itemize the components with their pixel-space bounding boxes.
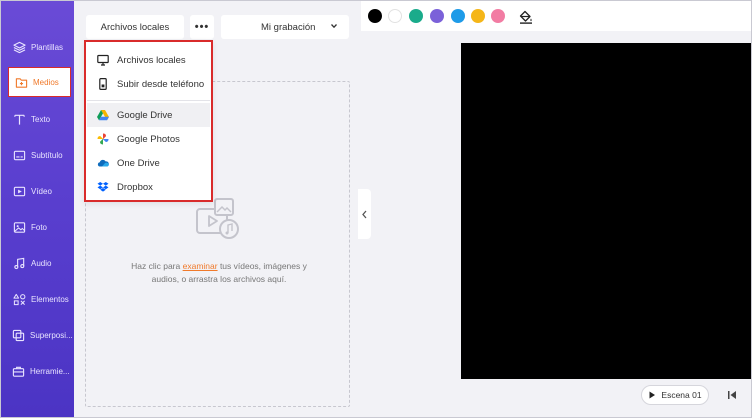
sidebar-item-medios[interactable]: Medios [8,67,71,97]
collapse-panel-button[interactable] [358,189,371,239]
elements-icon [12,292,26,306]
app-window: Plantillas Medios Texto Subtítulo Vídeo [0,0,752,418]
sidebar-item-superposiciones[interactable]: Superposi... [7,319,73,351]
chevron-left-icon [362,210,367,218]
menu-item-dropbox[interactable]: Dropbox [87,175,210,199]
play-icon [649,391,656,399]
skip-to-start-icon[interactable] [727,390,737,400]
sidebar-item-foto[interactable]: Foto [7,211,69,243]
more-options-button[interactable]: ••• [190,15,214,39]
chevron-down-icon [331,24,337,29]
layers-icon [12,40,26,54]
music-icon [12,256,26,270]
video-icon [12,184,26,198]
dropzone-text-prefix: Haz clic para [131,261,183,271]
upload-source-menu: Archivos locales Subir desde teléfono Go… [84,40,213,202]
sidebar-item-label: Audio [31,258,52,268]
sidebar-item-elementos[interactable]: Elementos [7,283,69,315]
browse-link[interactable]: examinar [183,261,218,271]
menu-item-phone-upload[interactable]: Subir desde teléfono [87,72,210,96]
local-files-button[interactable]: Archivos locales [86,15,184,39]
recording-select[interactable]: Mi grabación [221,15,349,39]
sidebar-item-label: Herramie... [30,366,70,376]
color-swatch-blue[interactable] [451,9,465,23]
sidebar-item-texto[interactable]: Texto [7,103,69,135]
menu-item-label: Google Photos [117,133,180,145]
sidebar-item-label: Vídeo [31,186,52,196]
menu-item-local-files[interactable]: Archivos locales [87,48,210,72]
overlay-icon [12,328,25,342]
sidebar-item-label: Plantillas [31,42,64,52]
sidebar-item-subtitulo[interactable]: Subtítulo [7,139,69,171]
menu-item-label: One Drive [117,157,160,169]
sidebar: Plantillas Medios Texto Subtítulo Vídeo [1,1,74,417]
text-icon [12,112,26,126]
google-photos-icon [97,133,109,145]
sidebar-item-label: Foto [31,222,48,232]
recording-select-value: Mi grabación [261,21,316,33]
color-swatch-teal[interactable] [409,9,423,23]
sidebar-item-label: Medios [33,77,59,87]
upload-media-illustration [196,198,239,239]
color-swatch-yellow[interactable] [471,9,485,23]
scene-play-button[interactable]: Escena 01 [641,385,709,405]
image-icon [12,220,26,234]
sidebar-item-herramientas[interactable]: Herramie... [7,355,70,387]
color-swatch-white[interactable] [388,9,402,23]
subtitle-icon [12,148,26,162]
menu-item-label: Google Drive [117,109,173,121]
google-drive-icon [97,109,109,121]
sidebar-item-label: Elementos [31,294,69,304]
dropbox-icon [97,181,109,193]
paint-bucket-icon[interactable] [519,10,533,24]
sidebar-item-label: Texto [31,114,51,124]
sidebar-item-plantillas[interactable]: Plantillas [7,31,69,63]
sidebar-item-label: Subtítulo [31,150,63,160]
monitor-icon [97,54,109,66]
phone-icon [97,78,109,90]
menu-item-google-photos[interactable]: Google Photos [87,127,210,151]
onedrive-icon [97,157,109,169]
menu-item-label: Subir desde teléfono [117,78,205,90]
color-swatch-pink[interactable] [491,9,505,23]
media-folder-icon [14,75,28,89]
color-swatch-black[interactable] [368,9,382,23]
sidebar-item-video[interactable]: Vídeo [7,175,69,207]
toolbox-icon [12,364,25,378]
menu-item-onedrive[interactable]: One Drive [87,151,210,175]
menu-divider [87,100,210,101]
scene-label: Escena 01 [661,390,702,400]
menu-item-label: Archivos locales [117,54,186,66]
sidebar-item-audio[interactable]: Audio [7,247,69,279]
sidebar-item-label: Superposi... [30,330,73,340]
menu-item-google-drive[interactable]: Google Drive [87,103,210,127]
color-swatch-purple[interactable] [430,9,444,23]
menu-item-label: Dropbox [117,181,153,193]
video-canvas[interactable] [461,43,751,379]
dropzone-instructions: Haz clic para examinar tus vídeos, imáge… [124,260,314,286]
